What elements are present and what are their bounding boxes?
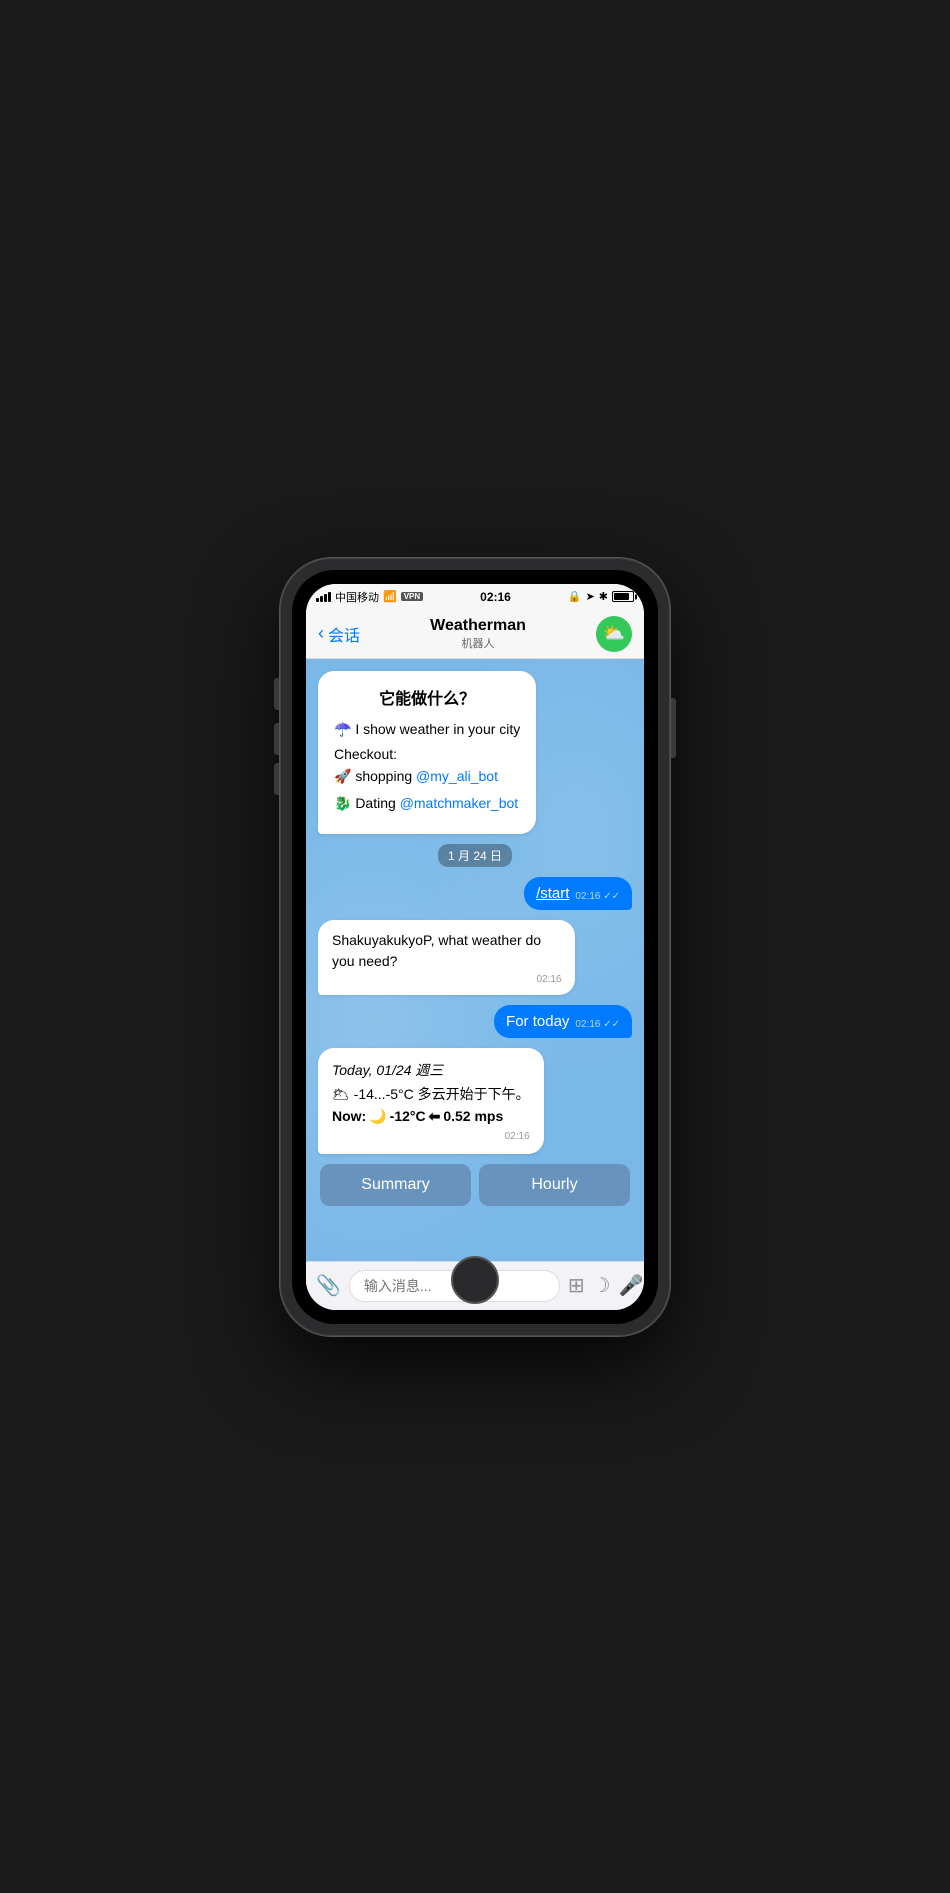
- checkout-dating: 🐉 Dating @matchmaker_bot: [334, 793, 520, 814]
- status-right: 🔒 ➤ ✱: [568, 590, 634, 603]
- bot-reply1-time: 02:16: [332, 974, 561, 985]
- location-icon: ➤: [586, 590, 595, 603]
- shopping-text: 🚀 shopping: [334, 768, 412, 784]
- tick-icon: ✓✓: [603, 891, 620, 902]
- back-label: 会话: [328, 622, 360, 646]
- mic-icon[interactable]: 🎤: [619, 1273, 644, 1298]
- dating-text: 🐉 Dating: [334, 795, 396, 811]
- weather-now-label: Now:: [332, 1108, 366, 1124]
- clock: 02:16: [480, 590, 511, 604]
- checkout-section: Checkout: 🚀 shopping @my_ali_bot 🐉 Datin…: [334, 746, 520, 814]
- user-msg1-text: /start: [536, 885, 569, 902]
- nav-center: Weatherman 机器人: [430, 617, 526, 651]
- carrier-label: 中国移动: [335, 589, 379, 605]
- bluetooth-icon: ✱: [599, 590, 608, 603]
- welcome-bubble: 它能做什么？ ☂️ I show weather in your city Ch…: [318, 671, 536, 834]
- phone-inner: 中国移动 📶 VPN 02:16 🔒 ➤ ✱ ‹ 会话: [292, 570, 658, 1324]
- summary-button[interactable]: Summary: [320, 1164, 471, 1206]
- moon-icon[interactable]: ☽: [593, 1273, 611, 1298]
- chat-subtitle: 机器人: [430, 635, 526, 651]
- weather-time: 02:16: [505, 1131, 530, 1142]
- avatar-icon: ⛅: [603, 623, 625, 644]
- weather-footer: 02:16: [332, 1129, 530, 1142]
- bot-avatar[interactable]: ⛅: [596, 616, 632, 652]
- weather-date: Today, 01/24 週三: [332, 1060, 530, 1080]
- hourly-button[interactable]: Hourly: [479, 1164, 630, 1206]
- attach-icon[interactable]: 📎: [316, 1273, 341, 1298]
- checkout-label: Checkout:: [334, 746, 520, 762]
- user-msg2-time: 02:16 ✓✓: [575, 1019, 620, 1030]
- user-message-today: For today 02:16 ✓✓: [494, 1005, 632, 1038]
- status-left: 中国移动 📶 VPN: [316, 589, 423, 605]
- welcome-line1: ☂️ I show weather in your city: [334, 719, 520, 740]
- welcome-title: 它能做什么？: [334, 685, 520, 709]
- weather-wind-arrow: ⬅: [429, 1108, 441, 1125]
- chat-area: 它能做什么？ ☂️ I show weather in your city Ch…: [306, 659, 644, 1261]
- weather-now-temp: -12°C: [390, 1108, 426, 1124]
- checkout-shopping: 🚀 shopping @my_ali_bot: [334, 766, 520, 787]
- nav-bar: ‹ 会话 Weatherman 机器人 ⛅: [306, 610, 644, 659]
- status-bar: 中国移动 📶 VPN 02:16 🔒 ➤ ✱: [306, 584, 644, 610]
- weather-bubble: Today, 01/24 週三 🌥 -14...-5°C 多云开始于下午。 No…: [318, 1048, 544, 1154]
- user-message-start: /start 02:16 ✓✓: [524, 877, 632, 910]
- chat-title: Weatherman: [430, 617, 526, 635]
- signal-icon: [316, 592, 331, 602]
- tick2-icon: ✓✓: [603, 1019, 620, 1030]
- vpn-badge: VPN: [401, 592, 423, 601]
- emoji-icon[interactable]: ⊞: [568, 1273, 585, 1298]
- back-button[interactable]: ‹ 会话: [318, 622, 360, 646]
- weather-temp: 🌥 -14...-5°C 多云开始于下午。: [332, 1084, 530, 1104]
- wifi-icon: 📶: [383, 590, 397, 603]
- action-buttons: Summary Hourly: [318, 1164, 632, 1206]
- battery-fill: [614, 593, 629, 600]
- weather-now-emoji: 🌙: [369, 1108, 386, 1125]
- bot-reply1-text: ShakuyakukyoP, what weather do you need?: [332, 930, 561, 972]
- screen: 中国移动 📶 VPN 02:16 🔒 ➤ ✱ ‹ 会话: [306, 584, 644, 1310]
- weather-now: Now: 🌙 -12°C ⬅ 0.52 mps: [332, 1108, 530, 1125]
- user-msg2-text: For today: [506, 1013, 569, 1030]
- bot-reply1-bubble: ShakuyakukyoP, what weather do you need?…: [318, 920, 575, 995]
- dating-link[interactable]: @matchmaker_bot: [400, 795, 518, 811]
- chevron-left-icon: ‹: [318, 623, 324, 644]
- shopping-link[interactable]: @my_ali_bot: [416, 768, 498, 784]
- user-msg1-time: 02:16 ✓✓: [575, 891, 620, 902]
- phone-frame: 中国移动 📶 VPN 02:16 🔒 ➤ ✱ ‹ 会话: [280, 558, 670, 1336]
- battery-icon: [612, 591, 634, 602]
- weather-wind-speed: 0.52 mps: [443, 1108, 503, 1124]
- date-divider: 1 月 24 日: [438, 844, 512, 867]
- lock-icon: 🔒: [568, 590, 582, 603]
- home-button[interactable]: [451, 1256, 499, 1304]
